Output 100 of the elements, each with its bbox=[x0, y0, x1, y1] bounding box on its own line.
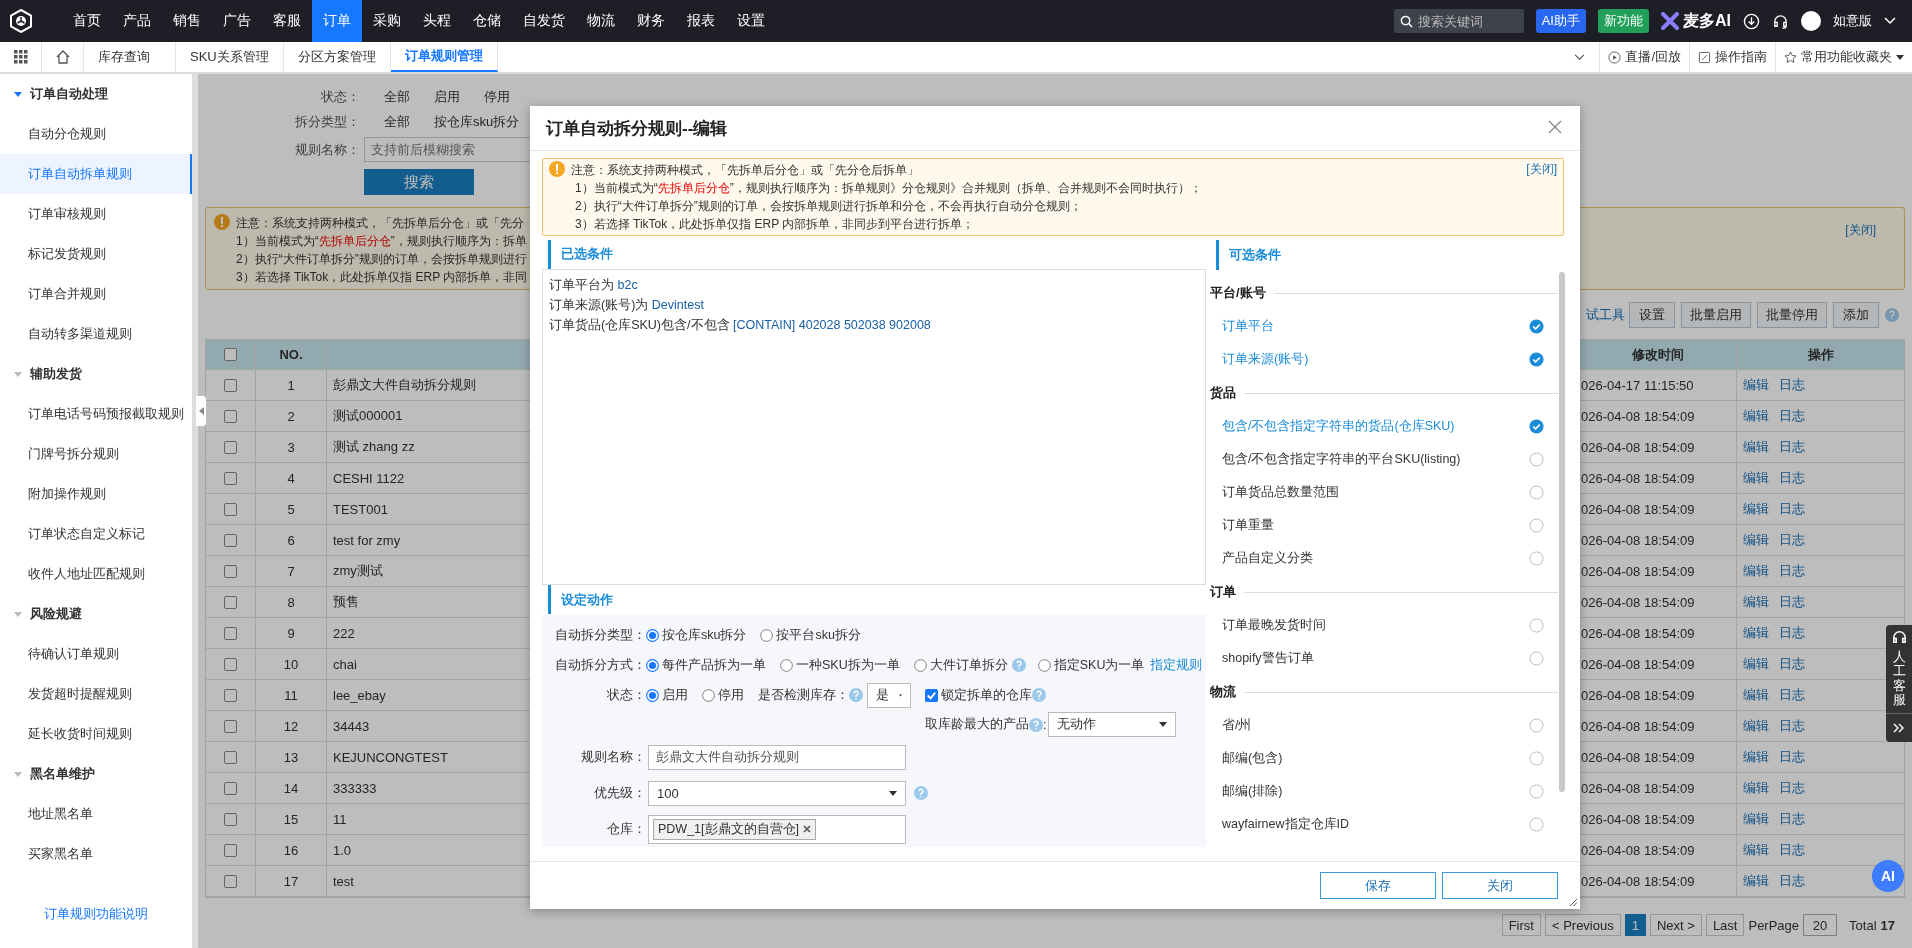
nav-menu-item[interactable]: 客服 bbox=[262, 0, 312, 42]
action-link[interactable]: 日志 bbox=[1779, 748, 1805, 766]
filter-option[interactable]: 启用 bbox=[424, 87, 470, 106]
sidebar-item[interactable]: 发货超时提醒规则 bbox=[0, 674, 192, 714]
specify-rule-link[interactable]: 指定规则 bbox=[1150, 656, 1203, 674]
action-link[interactable]: 编辑 bbox=[1743, 655, 1769, 673]
action-link[interactable]: 编辑 bbox=[1743, 376, 1769, 394]
sidebar-group-header[interactable]: 辅助发货 bbox=[0, 354, 192, 394]
sidebar-item[interactable]: 标记发货规则 bbox=[0, 234, 192, 274]
action-link[interactable]: 日志 bbox=[1779, 686, 1805, 704]
header-link[interactable]: 直播/回放 bbox=[1599, 42, 1689, 72]
action-link[interactable]: 日志 bbox=[1779, 810, 1805, 828]
filter-option[interactable]: 停用 bbox=[474, 87, 520, 106]
home-icon[interactable] bbox=[54, 49, 71, 65]
toolbar-button[interactable]: 批量停用 bbox=[1757, 302, 1827, 328]
action-link[interactable]: 日志 bbox=[1779, 500, 1805, 518]
checkbox[interactable] bbox=[224, 471, 237, 485]
sidebar-item[interactable]: 订单电话号码预报截取规则 bbox=[0, 394, 192, 434]
sidebar-item[interactable]: 买家黑名单 bbox=[0, 834, 192, 874]
action-link[interactable]: 编辑 bbox=[1743, 500, 1769, 518]
action-link[interactable]: 日志 bbox=[1779, 717, 1805, 735]
nav-menu-item[interactable]: 首页 bbox=[62, 0, 112, 42]
action-link[interactable]: 日志 bbox=[1779, 407, 1805, 425]
nav-menu-item[interactable]: 物流 bbox=[576, 0, 626, 42]
action-link[interactable]: 日志 bbox=[1779, 531, 1805, 549]
action-link[interactable]: 编辑 bbox=[1743, 748, 1769, 766]
check-stock-select[interactable]: 是 bbox=[867, 682, 911, 708]
action-link[interactable]: 日志 bbox=[1779, 593, 1805, 611]
search-field[interactable]: 搜索关键词 bbox=[1393, 9, 1524, 33]
action-link[interactable]: 编辑 bbox=[1743, 810, 1769, 828]
priority-select[interactable]: 100 bbox=[648, 780, 906, 806]
ai-assistant-button[interactable]: AI助手 bbox=[1535, 9, 1586, 33]
headset-icon[interactable] bbox=[1772, 12, 1789, 30]
first-page-button[interactable]: First bbox=[1501, 914, 1541, 936]
action-link[interactable]: 编辑 bbox=[1743, 593, 1769, 611]
sidebar-item[interactable]: 自动转多渠道规则 bbox=[0, 314, 192, 354]
action-link[interactable]: 编辑 bbox=[1743, 841, 1769, 859]
action-link[interactable]: 编辑 bbox=[1743, 717, 1769, 735]
action-link[interactable]: 日志 bbox=[1779, 655, 1805, 673]
action-link[interactable]: 编辑 bbox=[1743, 562, 1769, 580]
nav-menu-item[interactable]: 头程 bbox=[412, 0, 462, 42]
nav-menu-item[interactable]: 销售 bbox=[162, 0, 212, 42]
radio-option[interactable]: 停用 bbox=[702, 686, 744, 704]
filter-option[interactable]: 全部 bbox=[374, 112, 420, 131]
nav-menu-item[interactable]: 广告 bbox=[212, 0, 262, 42]
action-link[interactable]: 编辑 bbox=[1743, 469, 1769, 487]
page-tab[interactable]: 分区方案管理 bbox=[283, 42, 391, 72]
toolbar-button[interactable]: 设置 bbox=[1629, 302, 1675, 328]
action-link[interactable]: 编辑 bbox=[1743, 686, 1769, 704]
radio-option[interactable]: 启用 bbox=[646, 686, 688, 704]
sidebar-item[interactable]: 收件人地址匹配规则 bbox=[0, 554, 192, 594]
radio-option[interactable]: 一种SKU拆为一单 bbox=[780, 656, 900, 674]
checkbox[interactable] bbox=[224, 843, 237, 857]
help-link[interactable]: 订单规则功能说明 bbox=[38, 904, 154, 924]
checkbox[interactable] bbox=[224, 378, 237, 392]
collapse-handle[interactable] bbox=[196, 396, 206, 426]
checkbox[interactable] bbox=[224, 688, 237, 702]
download-icon[interactable] bbox=[1743, 12, 1760, 30]
nav-menu-item[interactable]: 财务 bbox=[626, 0, 676, 42]
warehouse-field[interactable]: PDW_1[彭鼎文的自营仓] bbox=[648, 814, 906, 844]
page-tab[interactable]: 库存查询 bbox=[84, 42, 176, 72]
nav-menu-item[interactable]: 仓储 bbox=[462, 0, 512, 42]
sidebar-item[interactable]: 待确认订单规则 bbox=[0, 634, 192, 674]
nav-menu-item[interactable]: 采购 bbox=[362, 0, 412, 42]
nav-menu-item[interactable]: 设置 bbox=[726, 0, 776, 42]
condition-option[interactable]: 订单平台 bbox=[1210, 310, 1558, 343]
action-link[interactable]: 日志 bbox=[1779, 376, 1805, 394]
sidebar-group-header[interactable]: 订单自动处理 bbox=[0, 74, 192, 114]
nav-menu-item[interactable]: 订单 bbox=[312, 0, 362, 42]
double-chevron-icon[interactable] bbox=[1893, 723, 1905, 734]
next-page-button[interactable]: Next > bbox=[1649, 914, 1702, 936]
nav-menu-item[interactable]: 产品 bbox=[112, 0, 162, 42]
checkbox[interactable] bbox=[224, 626, 237, 640]
action-link[interactable]: 编辑 bbox=[1743, 624, 1769, 642]
edition-label[interactable]: 如意版 bbox=[1833, 12, 1872, 30]
filter-option[interactable]: 全部 bbox=[374, 87, 420, 106]
dialog-button[interactable]: 关闭 bbox=[1442, 872, 1558, 899]
page-button[interactable]: 1 bbox=[1624, 914, 1646, 936]
checkbox[interactable] bbox=[224, 409, 237, 423]
toolbar-button[interactable]: 添加 bbox=[1833, 302, 1879, 328]
filter-option[interactable]: 按仓库sku拆分 bbox=[424, 112, 530, 131]
page-tab[interactable]: SKU关系管理 bbox=[176, 42, 284, 72]
checkbox[interactable] bbox=[224, 812, 237, 826]
sidebar-item[interactable]: 延长收货时间规则 bbox=[0, 714, 192, 754]
action-link[interactable]: 日志 bbox=[1779, 624, 1805, 642]
remove-icon[interactable] bbox=[803, 825, 811, 833]
checkbox[interactable] bbox=[224, 502, 237, 516]
checkbox[interactable] bbox=[224, 595, 237, 609]
oldest-product-select[interactable]: 无动作 bbox=[1048, 712, 1177, 737]
sidebar-group-header[interactable]: 黑名单维护 bbox=[0, 754, 192, 794]
scrollbar[interactable] bbox=[192, 74, 198, 948]
tool-link[interactable]: 试工具 bbox=[1586, 306, 1625, 324]
last-page-button[interactable]: Last bbox=[1705, 914, 1745, 936]
action-link[interactable]: 日志 bbox=[1779, 438, 1805, 456]
condition-option[interactable]: 邮编(包含) bbox=[1210, 742, 1558, 775]
nav-menu-item[interactable]: 报表 bbox=[676, 0, 726, 42]
condition-option[interactable]: 省/州 bbox=[1210, 709, 1558, 742]
header-link[interactable]: 常用功能收藏夹 bbox=[1775, 42, 1912, 72]
checkbox[interactable] bbox=[224, 874, 237, 888]
checkbox[interactable] bbox=[224, 533, 237, 547]
